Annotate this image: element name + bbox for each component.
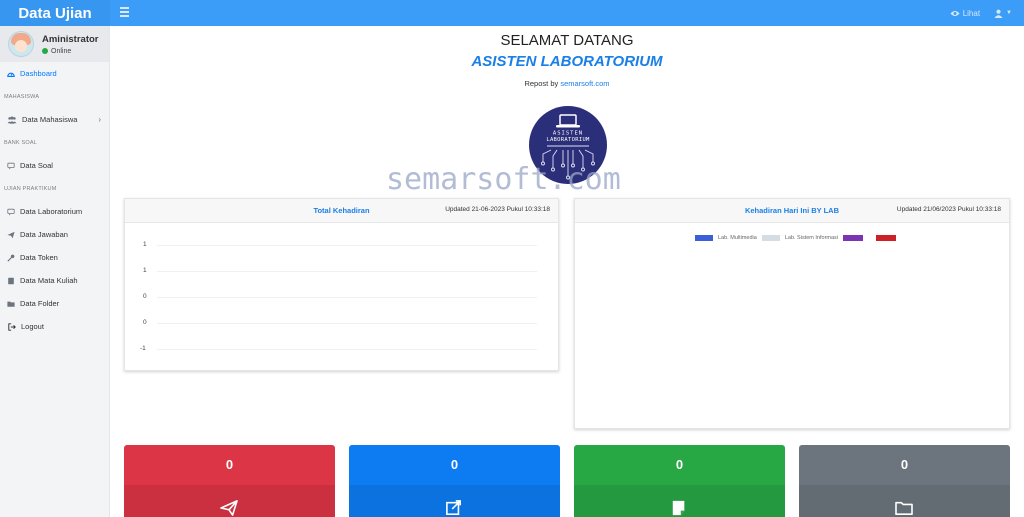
card-header: Kehadiran Hari Ini BY LAB Updated 21/06/… xyxy=(575,199,1009,223)
user-menu[interactable]: ▼ xyxy=(994,9,1012,18)
sidebar-item-data-soal[interactable]: Data Soal xyxy=(0,154,109,177)
y-tick-label: 0 xyxy=(143,293,147,300)
sidebar-item-label: Data Jawaban xyxy=(20,230,68,239)
paper-plane-icon xyxy=(220,500,238,516)
stat-box-soal[interactable]: 0 xyxy=(349,445,560,517)
view-label: Lihat xyxy=(962,8,981,18)
eye-icon xyxy=(950,10,960,16)
sidebar-item-data-laboratorium[interactable]: Data Laboratorium xyxy=(0,200,109,223)
stat-value: 0 xyxy=(900,457,909,472)
sidebar-item-label: Data Token xyxy=(20,253,58,262)
paper-plane-icon xyxy=(7,231,15,238)
sidebar: Aministrator Online Dashboard MAHASISWA … xyxy=(0,26,110,517)
chevron-right-icon: › xyxy=(98,115,101,124)
users-icon xyxy=(7,116,17,124)
updated-timestamp: Updated 21/06/2023 Pukul 10:33:18 xyxy=(896,206,1001,213)
online-dot-icon xyxy=(42,48,48,54)
user-status: Online xyxy=(42,48,98,55)
sidebar-item-data-mahasiswa[interactable]: Data Mahasiswa › xyxy=(0,108,109,131)
menu-header-bank-soal: BANK SOAL xyxy=(4,139,37,146)
user-name: Aministrator xyxy=(42,33,99,45)
logo-text-line1: ASISTEN xyxy=(553,131,583,137)
y-tick-label: -1 xyxy=(140,345,146,352)
chat-icon xyxy=(7,208,15,216)
menu-header-ujian-praktikum: UJIAN PRAKTIKUM xyxy=(4,185,57,192)
y-tick-label: 1 xyxy=(143,241,147,248)
note-icon xyxy=(672,500,685,516)
chat-icon xyxy=(7,162,15,170)
stat-box-token[interactable]: 0 xyxy=(574,445,785,517)
stat-box-jawaban[interactable]: 0 xyxy=(124,445,335,517)
sidebar-item-label: Logout xyxy=(21,322,44,331)
user-status-label: Online xyxy=(51,47,72,55)
caret-down-icon: ▼ xyxy=(1006,10,1012,16)
total-attendance-card: Total Kehadiran Updated 21-06-2023 Pukul… xyxy=(124,198,559,371)
main-content: SELAMAT DATANG ASISTEN LABORATORIUM Repo… xyxy=(110,26,1024,517)
sidebar-item-data-folder[interactable]: Data Folder xyxy=(0,292,109,315)
legend-label: Lab. Multimedia xyxy=(718,235,757,241)
repost-link[interactable]: semarsoft.com xyxy=(560,79,609,88)
key-icon xyxy=(7,254,15,262)
updated-timestamp: Updated 21-06-2023 Pukul 10:33:18 xyxy=(445,206,550,213)
stat-value: 0 xyxy=(675,457,684,472)
lab-attendance-card: Kehadiran Hari Ini BY LAB Updated 21/06/… xyxy=(574,198,1010,429)
folder-icon xyxy=(895,501,913,516)
user-icon xyxy=(994,9,1003,18)
menu-header-mahasiswa: MAHASISWA xyxy=(4,93,40,100)
user-panel: Aministrator Online xyxy=(0,26,109,62)
watermark-text: semarsoft.com xyxy=(386,162,621,197)
sidebar-item-dashboard[interactable]: Dashboard xyxy=(0,62,109,85)
stat-value: 0 xyxy=(225,457,234,472)
sidebar-item-data-mata-kuliah[interactable]: Data Mata Kuliah xyxy=(0,269,109,292)
logout-icon xyxy=(8,322,16,331)
stat-value: 0 xyxy=(450,457,459,472)
repost-line: Repost by semarsoft.com xyxy=(110,79,1024,88)
sidebar-item-label: Data Folder xyxy=(20,299,60,308)
app-title[interactable]: Data Ujian xyxy=(0,0,110,26)
sidebar-item-data-token[interactable]: Data Token xyxy=(0,246,109,269)
subtitle-heading: ASISTEN LABORATORIUM xyxy=(471,53,663,70)
card-header: Total Kehadiran Updated 21-06-2023 Pukul… xyxy=(125,199,558,223)
legend-label: Lab. Sistem Informasi xyxy=(784,235,839,241)
navbar-right: Lihat ▼ xyxy=(950,0,1012,26)
dashboard-icon xyxy=(7,72,15,77)
legend-swatch[interactable] xyxy=(761,235,780,241)
sidebar-item-label: Dashboard xyxy=(20,69,57,78)
sidebar-item-label: Data Mahasiswa xyxy=(22,115,78,124)
chart-legend: Lab. Multimedia Lab. Sistem Informasi xyxy=(695,235,897,241)
folder-icon xyxy=(7,301,15,307)
sidebar-item-label: Data Laboratorium xyxy=(20,207,83,216)
legend-swatch[interactable] xyxy=(695,235,713,241)
y-tick-label: 0 xyxy=(143,319,147,326)
sidebar-item-label: Data Soal xyxy=(20,161,53,170)
view-link[interactable]: Lihat xyxy=(950,9,980,18)
stat-box-folder[interactable]: 0 xyxy=(799,445,1010,517)
logo-text-line2: LABORATORIUM xyxy=(546,137,590,143)
legend-swatch[interactable] xyxy=(876,235,897,241)
repost-prefix: Repost by xyxy=(524,79,559,88)
sidebar-item-data-jawaban[interactable]: Data Jawaban xyxy=(0,223,109,246)
top-navbar: Data Ujian Lihat ▼ xyxy=(0,0,1024,26)
y-tick-label: 1 xyxy=(143,267,147,274)
sidebar-item-logout[interactable]: Logout xyxy=(0,315,109,338)
legend-swatch[interactable] xyxy=(843,235,864,241)
welcome-heading: SELAMAT DATANG xyxy=(500,32,634,49)
book-icon xyxy=(8,277,14,284)
avatar xyxy=(8,31,34,57)
sidebar-item-label: Data Mata Kuliah xyxy=(20,276,78,285)
menu-toggle-icon[interactable] xyxy=(120,7,129,17)
edit-icon xyxy=(446,500,462,516)
